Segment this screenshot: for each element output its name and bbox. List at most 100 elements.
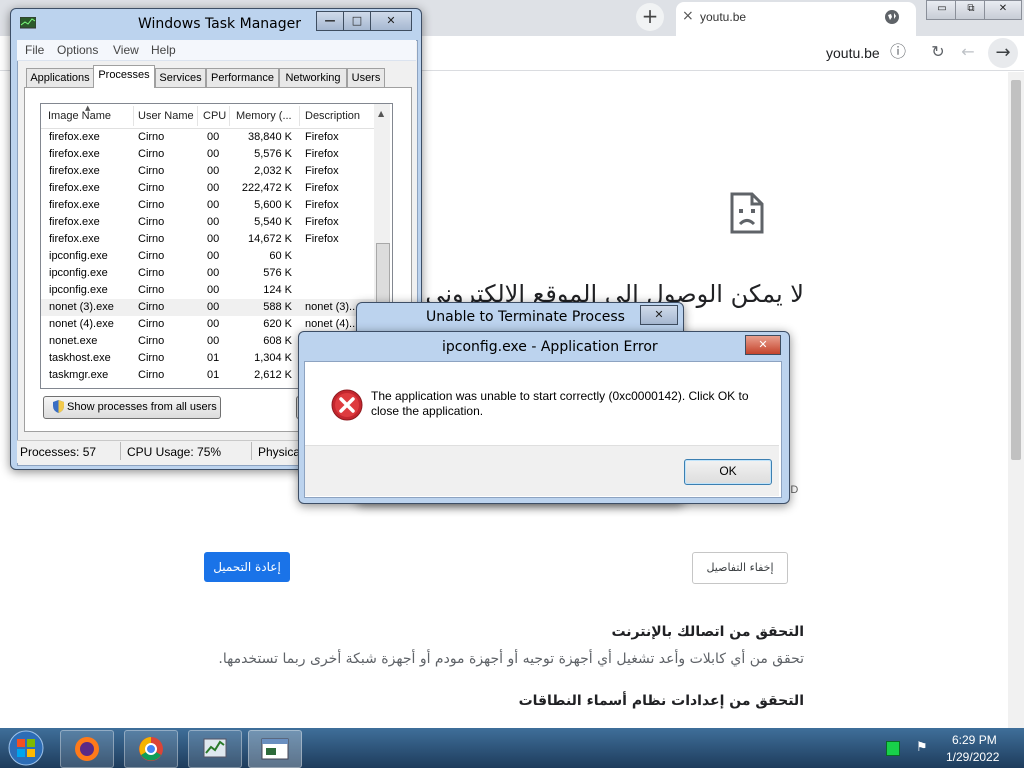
new-tab-button[interactable]: + — [636, 3, 664, 31]
table-row[interactable]: firefox.exe Cirno 00 14,672 K Firefox — [41, 231, 374, 248]
tab-users[interactable]: Users — [347, 68, 385, 88]
row-memory: 588 K — [263, 301, 292, 313]
table-row[interactable]: firefox.exe Cirno 00 222,472 K Firefox — [41, 180, 374, 197]
table-row[interactable]: ipconfig.exe Cirno 00 124 K — [41, 282, 374, 299]
row-memory: 5,576 K — [254, 148, 292, 160]
row-image-name: taskmgr.exe — [49, 369, 109, 381]
row-user-name: Cirno — [138, 369, 165, 381]
site-info-icon[interactable]: ⓘ — [888, 42, 908, 62]
row-memory: 2,612 K — [254, 369, 292, 381]
app-error-close-button[interactable]: ✕ — [745, 335, 781, 355]
tab-services[interactable]: Services — [155, 68, 206, 88]
tab-applications[interactable]: Applications — [26, 68, 94, 88]
tab-networking[interactable]: Networking — [279, 68, 347, 88]
hide-details-button[interactable]: إخفاء التفاصيل — [692, 552, 788, 584]
table-row[interactable]: ipconfig.exe Cirno 00 60 K — [41, 248, 374, 265]
table-row[interactable]: firefox.exe Cirno 00 2,032 K Firefox — [41, 163, 374, 180]
clock-date[interactable]: 1/29/2022 — [946, 750, 999, 764]
forward-arrow-icon[interactable]: → — [988, 38, 1018, 68]
col-separator[interactable] — [229, 106, 230, 126]
tab-performance[interactable]: Performance — [206, 68, 279, 88]
status-processes: Processes: 57 — [20, 445, 97, 459]
row-cpu: 01 — [207, 369, 220, 381]
col-separator[interactable] — [197, 106, 198, 126]
row-cpu: 00 — [207, 233, 220, 245]
row-memory: 222,472 K — [241, 182, 292, 194]
row-memory: 620 K — [263, 318, 292, 330]
menu-view[interactable]: View — [113, 43, 139, 57]
taskbar-chrome[interactable] — [124, 730, 178, 768]
tab-processes[interactable]: Processes — [93, 65, 155, 88]
scrollbar-thumb[interactable] — [1011, 80, 1021, 460]
ok-button[interactable]: OK — [684, 459, 772, 485]
col-description[interactable]: Description — [305, 110, 360, 122]
close-window-button[interactable]: ✕ — [984, 0, 1022, 20]
globe-icon — [885, 10, 899, 24]
taskbar-firefox[interactable] — [60, 730, 114, 768]
row-memory: 608 K — [263, 335, 292, 347]
row-user-name: Cirno — [138, 233, 165, 245]
row-user-name: Cirno — [138, 301, 165, 313]
table-row[interactable]: firefox.exe Cirno 00 5,600 K Firefox — [41, 197, 374, 214]
row-cpu: 00 — [207, 335, 220, 347]
taskbar-task-manager[interactable] — [188, 730, 242, 768]
table-row[interactable]: firefox.exe Cirno 00 38,840 K Firefox — [41, 129, 374, 146]
col-image-name[interactable]: Image Name — [48, 110, 111, 122]
col-separator[interactable] — [133, 106, 134, 126]
list-scroll-thumb[interactable] — [376, 243, 390, 305]
row-memory: 1,304 K — [254, 352, 292, 364]
row-memory: 576 K — [263, 267, 292, 279]
tm-minimize-button[interactable]: — — [316, 11, 344, 31]
row-memory: 124 K — [263, 284, 292, 296]
row-image-name: firefox.exe — [49, 182, 100, 194]
scroll-up-icon[interactable]: ▲ — [378, 109, 384, 118]
start-button-icon[interactable] — [6, 729, 46, 767]
tm-close-button[interactable]: ✕ — [370, 11, 412, 31]
col-separator[interactable] — [299, 106, 300, 126]
reload-icon[interactable]: ↻ — [928, 42, 948, 62]
menu-options[interactable]: Options — [57, 43, 98, 57]
show-all-label: Show processes from all users — [67, 401, 217, 413]
menu-help[interactable]: Help — [151, 43, 176, 57]
col-memory[interactable]: Memory (... — [236, 110, 292, 122]
sad-page-icon — [730, 192, 764, 234]
row-user-name: Cirno — [138, 352, 165, 364]
col-cpu[interactable]: CPU — [203, 110, 226, 122]
table-row[interactable]: firefox.exe Cirno 00 5,540 K Firefox — [41, 214, 374, 231]
taskbar-error-dialog[interactable] — [248, 730, 302, 768]
table-row[interactable]: ipconfig.exe Cirno 00 576 K — [41, 265, 374, 282]
restore-button[interactable]: ⧉ — [955, 0, 987, 20]
window-icon — [261, 738, 289, 760]
tab-close-icon[interactable]: × — [682, 8, 696, 24]
row-description: nonet (4)... — [305, 318, 359, 330]
row-user-name: Cirno — [138, 250, 165, 262]
address-bar[interactable]: youtu.be — [826, 45, 880, 61]
row-memory: 2,032 K — [254, 165, 292, 177]
menu-file[interactable]: File — [25, 43, 44, 57]
row-image-name: nonet (3).exe — [49, 301, 114, 313]
back-arrow-icon[interactable]: ← — [958, 42, 978, 62]
col-user-name[interactable]: User Name — [138, 110, 194, 122]
status-divider — [251, 442, 252, 460]
row-cpu: 00 — [207, 267, 220, 279]
check-connection-title: التحقق من اتصالك بالإنترنت — [611, 624, 804, 640]
flag-icon[interactable]: ⚑ — [916, 740, 932, 756]
reload-button[interactable]: إعادة التحميل — [204, 552, 290, 582]
task-manager-icon — [203, 738, 227, 758]
clock-time[interactable]: 6:29 PM — [952, 733, 997, 747]
show-all-processes-button[interactable]: Show processes from all users — [43, 396, 221, 419]
table-row[interactable]: firefox.exe Cirno 00 5,576 K Firefox — [41, 146, 374, 163]
row-memory: 5,540 K — [254, 216, 292, 228]
row-memory: 14,672 K — [247, 233, 292, 245]
minimize-button[interactable]: ▭ — [926, 0, 958, 20]
tm-maximize-button[interactable]: □ — [343, 11, 371, 31]
terminate-close-button[interactable]: ✕ — [640, 305, 678, 325]
network-icon[interactable] — [886, 741, 900, 756]
row-memory: 60 K — [269, 250, 292, 262]
error-message: The application was unable to start corr… — [371, 389, 749, 418]
row-cpu: 00 — [207, 199, 220, 211]
check-connection-text: تحقق من أي كابلات وأعد تشغيل أي أجهزة تو… — [218, 651, 804, 667]
status-physical-memory: Physica — [258, 445, 301, 459]
table-row[interactable]: nonet (3).exe Cirno 00 588 K nonet (3)... — [41, 299, 374, 316]
check-dns-title: التحقق من إعدادات نظام أسماء النطاقات — [518, 693, 804, 709]
